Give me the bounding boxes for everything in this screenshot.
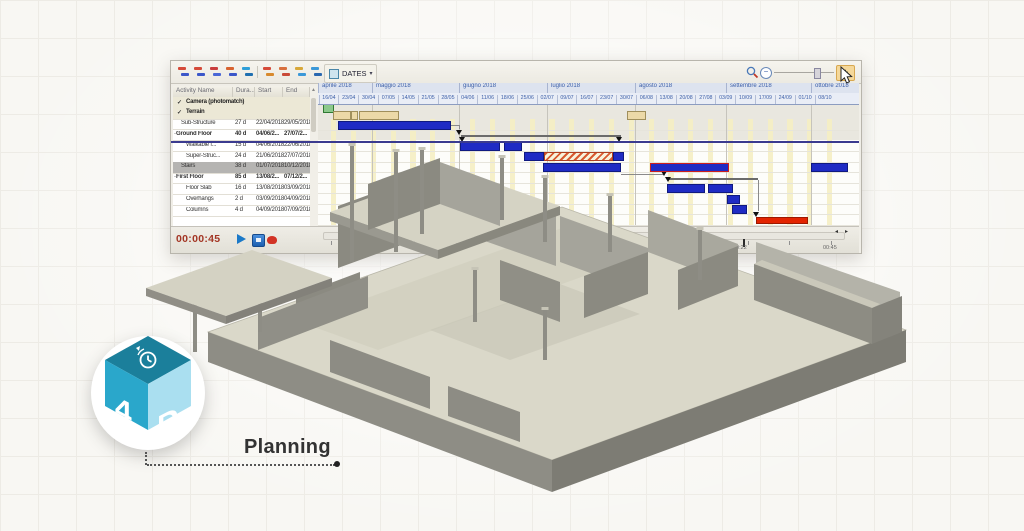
4d-cube-logo: 4 D [0,0,1024,531]
dotted-connector-dot [334,461,340,467]
screenshot-root: ▾ DATES ▾ − + Activity NameDura...StartE… [0,0,1024,531]
dotted-connector-horizontal [147,464,335,466]
planning-label: Planning [244,436,331,459]
mouse-cursor [838,66,854,86]
